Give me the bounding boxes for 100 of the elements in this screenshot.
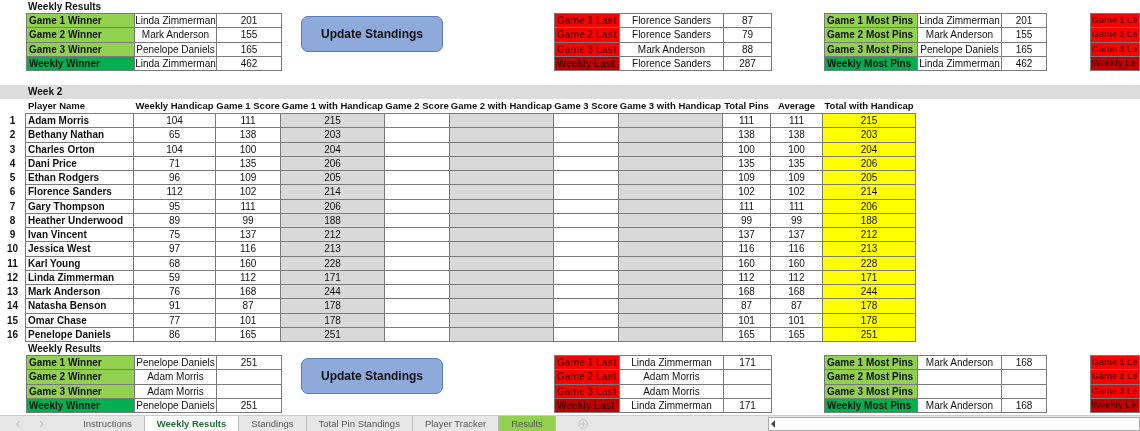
table-cell	[385, 256, 449, 270]
table-cell: 205	[823, 171, 915, 185]
table-cell: 214	[823, 185, 915, 199]
table-cell: 135	[723, 156, 770, 170]
table-cell	[385, 171, 449, 185]
table-cell: 76	[134, 285, 215, 299]
table-cell: 109	[216, 171, 280, 185]
column-header: Player Name	[27, 99, 87, 113]
table-cell: 171	[823, 270, 915, 284]
table-cell: Adam Morris	[135, 384, 216, 398]
column-header: Average	[776, 99, 817, 113]
result-label: Game 1 Last	[555, 356, 619, 370]
table-cell	[554, 242, 618, 256]
table-cell: 168	[723, 285, 770, 299]
table-cell: 215	[823, 114, 915, 128]
result-label: Game 3 Most Pins	[825, 384, 917, 398]
player-name-cell: Linda Zimmerman	[26, 270, 133, 284]
player-name-cell: Heather Underwood	[26, 213, 133, 227]
result-label: Game 3 Le	[1091, 384, 1139, 398]
horizontal-scrollbar[interactable]	[768, 416, 1140, 431]
table-cell	[554, 213, 618, 227]
table-cell: Mark Anderson	[620, 42, 723, 56]
result-label: Game 2 Winner	[27, 370, 134, 384]
table-cell: 137	[216, 228, 280, 242]
table-cell: Mark Anderson	[135, 28, 216, 42]
sheet-tab[interactable]: Weekly Results	[144, 416, 240, 431]
row-number: 11	[6, 256, 19, 271]
table-cell: 86	[134, 327, 215, 341]
table-cell	[554, 285, 618, 299]
table-cell: 212	[281, 228, 384, 242]
column-header: Total with Handicap	[823, 99, 915, 113]
table-cell: 171	[724, 398, 771, 413]
result-label: Game 1 Winner	[27, 356, 134, 370]
result-label: Weekly Le	[1091, 398, 1139, 413]
table-cell: 111	[771, 114, 822, 128]
result-label: Game 1 Le	[1091, 14, 1139, 28]
row-number: 12	[5, 270, 20, 285]
table-cell: 228	[823, 256, 915, 270]
table-cell: 101	[216, 313, 280, 327]
table-cell: 138	[216, 128, 280, 142]
table-cell: 203	[281, 128, 384, 142]
table-cell	[385, 114, 449, 128]
update-standings-button[interactable]: Update Standings	[301, 16, 443, 52]
add-sheet-icon[interactable]	[577, 417, 589, 430]
update-standings-button[interactable]: Update Standings	[301, 358, 443, 394]
row-number: 5	[8, 171, 17, 185]
table-cell: 171	[281, 270, 384, 284]
table-cell: 204	[281, 142, 384, 156]
table-cell: 75	[134, 228, 215, 242]
table-cell: Florence Sanders	[620, 56, 723, 71]
column-header: Game 1 with Handicap	[281, 99, 384, 113]
column-header: Game 3 Score	[554, 99, 618, 113]
table-cell: 178	[281, 313, 384, 327]
table-cell	[554, 185, 618, 199]
table-cell: Adam Morris	[620, 370, 723, 384]
row-number: 15	[5, 313, 20, 328]
result-label: Game 1 Le	[1091, 356, 1139, 370]
table-cell: 287	[724, 56, 771, 71]
table-cell	[1002, 370, 1046, 384]
result-label: Game 3 Winner	[27, 384, 134, 398]
table-cell: 95	[134, 199, 215, 213]
result-label: Weekly Last	[555, 56, 619, 71]
column-header: Game 2 with Handicap	[450, 99, 553, 113]
table-cell: 116	[216, 242, 280, 256]
table-cell	[385, 327, 449, 341]
section-title: Weekly Results	[27, 0, 103, 13]
table-cell: 100	[216, 142, 280, 156]
row-number: 2	[8, 128, 17, 143]
table-cell: 137	[723, 228, 770, 242]
table-cell: 206	[281, 199, 384, 213]
table-cell: 244	[823, 285, 915, 299]
result-label: Game 3 Le	[1091, 42, 1139, 56]
column-header: Game 2 Score	[385, 99, 449, 113]
table-cell	[385, 285, 449, 299]
sheet-tab[interactable]: Results	[499, 416, 556, 431]
table-cell: 102	[723, 185, 770, 199]
table-cell	[554, 128, 618, 142]
table-cell: 87	[771, 299, 822, 313]
row-number: 14	[5, 299, 20, 314]
scroll-left-icon[interactable]	[769, 418, 778, 429]
table-cell: Mark Anderson	[918, 356, 1001, 370]
table-cell: 215	[281, 114, 384, 128]
table-cell	[217, 384, 281, 398]
table-cell: 111	[723, 199, 770, 213]
table-cell: 111	[216, 114, 280, 128]
table-cell: 109	[771, 171, 822, 185]
table-cell: 99	[723, 213, 770, 227]
table-cell: Florence Sanders	[620, 28, 723, 42]
table-cell: 100	[723, 142, 770, 156]
table-cell: Linda Zimmerman	[918, 14, 1001, 28]
table-cell: 160	[723, 256, 770, 270]
table-cell: 178	[823, 299, 915, 313]
table-cell: 188	[823, 213, 915, 227]
table-cell: 116	[771, 242, 822, 256]
table-cell: 165	[216, 327, 280, 341]
table-cell: 99	[216, 213, 280, 227]
table-cell	[385, 299, 449, 313]
table-cell: 213	[281, 242, 384, 256]
table-cell: 109	[723, 171, 770, 185]
table-cell: 97	[134, 242, 215, 256]
